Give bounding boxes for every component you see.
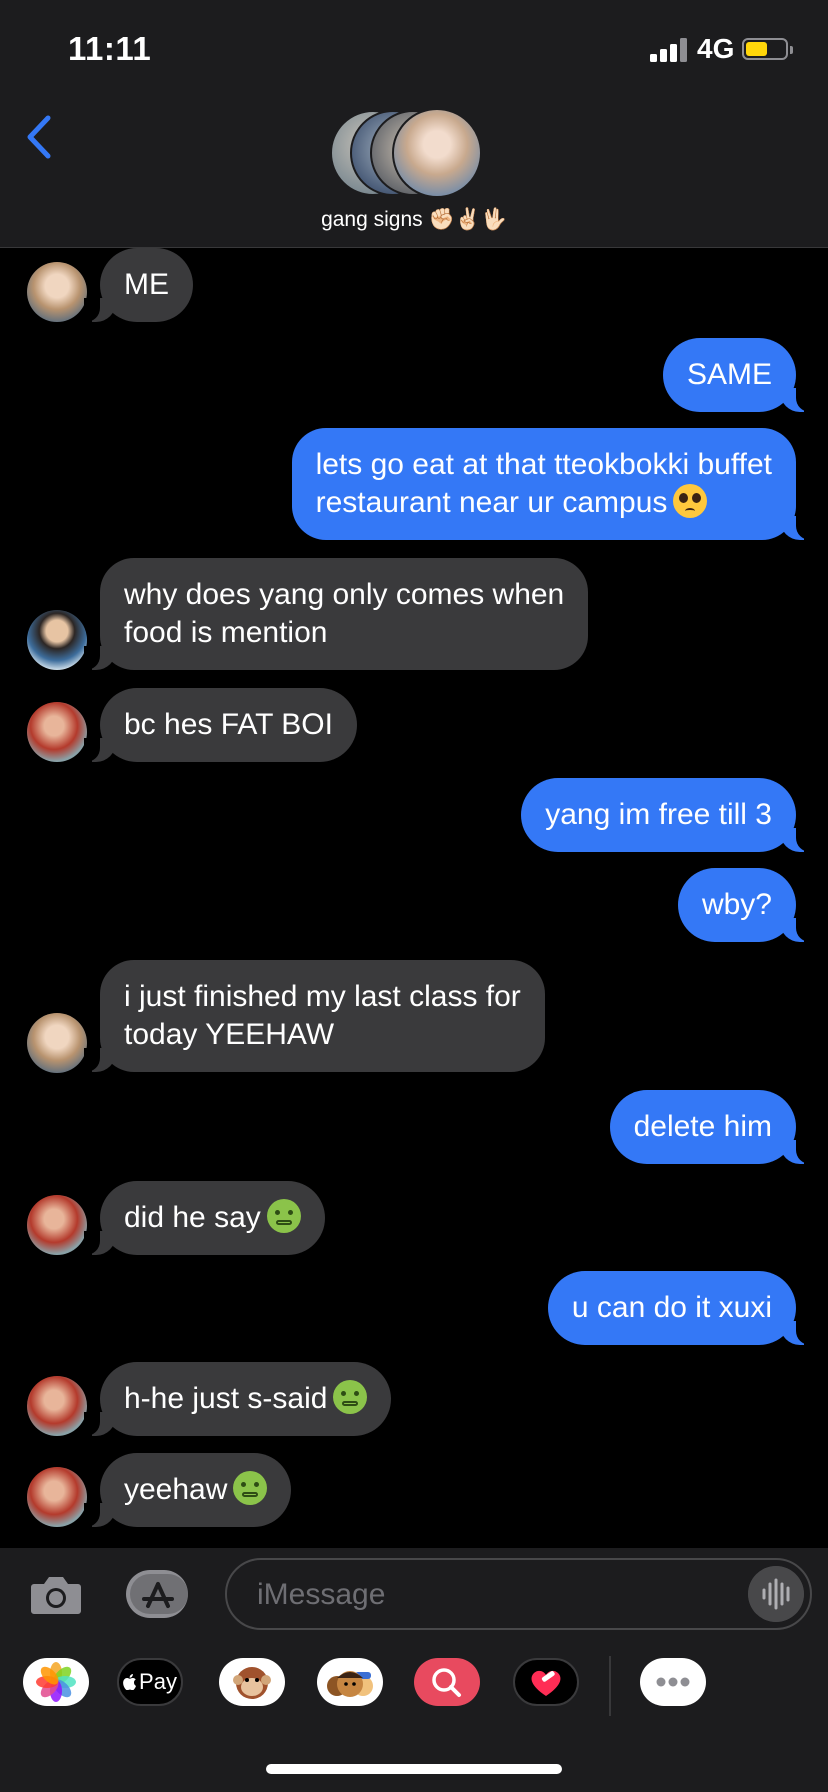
message-text-line: i just finished my last class for bbox=[124, 980, 521, 1013]
message-bubble-outgoing[interactable]: delete him bbox=[609, 1090, 813, 1164]
group-avatars[interactable] bbox=[330, 108, 500, 198]
nauseated-face-icon bbox=[233, 1471, 268, 1505]
message-bubble-incoming[interactable]: h-he just s-said bbox=[83, 1362, 392, 1436]
apple-pay-label: Pay bbox=[139, 1669, 177, 1694]
message-text: delete him bbox=[633, 1110, 772, 1143]
status-time: 11:11 bbox=[68, 30, 152, 67]
message-text: did he say bbox=[124, 1201, 261, 1234]
message-input[interactable]: iMessage bbox=[225, 1558, 812, 1630]
avatar bbox=[392, 108, 482, 198]
nauseated-face-icon bbox=[266, 1199, 301, 1233]
imessage-app-drawer: Pay bbox=[0, 1656, 828, 1726]
sender-avatar[interactable] bbox=[27, 702, 87, 762]
message-text-line: today YEEHAW bbox=[124, 1018, 335, 1051]
battery-icon bbox=[742, 38, 793, 60]
sender-avatar[interactable] bbox=[27, 1195, 87, 1255]
camera-icon[interactable] bbox=[30, 1574, 82, 1616]
apple-pay-icon[interactable]: Pay bbox=[117, 1658, 183, 1706]
more-icon[interactable] bbox=[640, 1658, 706, 1706]
apple-logo-icon bbox=[123, 1674, 137, 1690]
message-bubble-incoming[interactable]: why does yang only comes when food is me… bbox=[83, 558, 589, 670]
message-bubble-outgoing[interactable]: SAME bbox=[662, 338, 813, 412]
composer-area: iMessage Pay bbox=[0, 1548, 828, 1792]
message-text-line: lets go eat at that tteokbokki buffet bbox=[315, 448, 772, 481]
nauseated-face-icon bbox=[333, 1380, 368, 1414]
conversation-header: gang signs ✊🏻✌🏻🖖🏻 bbox=[0, 100, 828, 248]
app-store-icon[interactable] bbox=[126, 1570, 192, 1618]
signal-icon bbox=[650, 38, 690, 62]
message-bubble-outgoing[interactable]: yang im free till 3 bbox=[521, 778, 812, 852]
photos-icon[interactable] bbox=[23, 1658, 89, 1706]
digital-touch-icon[interactable] bbox=[513, 1658, 579, 1706]
app-drawer-divider bbox=[609, 1656, 611, 1716]
sender-avatar[interactable] bbox=[27, 1376, 87, 1436]
sender-avatar[interactable] bbox=[27, 1013, 87, 1073]
message-text: yang im free till 3 bbox=[545, 798, 772, 831]
message-text: u can do it xuxi bbox=[571, 1291, 772, 1324]
memoji-icon[interactable] bbox=[317, 1658, 383, 1706]
animoji-icon[interactable] bbox=[219, 1658, 285, 1706]
message-bubble-incoming[interactable]: did he say bbox=[84, 1181, 325, 1255]
chevron-left-icon[interactable] bbox=[20, 112, 60, 162]
message-text: bc hes FAT BOI bbox=[124, 708, 333, 741]
battery-fill bbox=[746, 42, 767, 56]
message-bubble-incoming[interactable]: i just finished my last class for today … bbox=[84, 960, 545, 1072]
message-text: wby? bbox=[701, 888, 772, 921]
message-text-line: food is mention bbox=[124, 616, 328, 649]
pleading-face-icon bbox=[673, 484, 708, 518]
message-bubble-outgoing[interactable]: wby? bbox=[677, 868, 813, 942]
search-images-icon[interactable] bbox=[414, 1658, 480, 1706]
message-text-line: restaurant near ur campus bbox=[315, 486, 668, 519]
audio-message-icon[interactable] bbox=[748, 1566, 804, 1622]
sender-avatar[interactable] bbox=[27, 1467, 87, 1527]
status-bar: 11:11 4G bbox=[0, 0, 828, 100]
network-type: 4G bbox=[697, 33, 735, 64]
message-bubble-outgoing[interactable]: lets go eat at that tteokbokki buffet re… bbox=[291, 428, 813, 540]
message-bubble-outgoing[interactable]: u can do it xuxi bbox=[547, 1271, 813, 1345]
message-bubble-incoming[interactable]: bc hes FAT BOI bbox=[84, 688, 357, 762]
message-list: ME SAME lets go eat at that tteokbokki b… bbox=[0, 248, 828, 1548]
message-bubble-incoming[interactable]: ME bbox=[84, 248, 193, 322]
message-text: h-he just s-said bbox=[124, 1382, 328, 1415]
sender-avatar[interactable] bbox=[27, 262, 87, 322]
message-text: ME bbox=[124, 268, 169, 301]
home-indicator[interactable] bbox=[266, 1764, 562, 1774]
sender-avatar[interactable] bbox=[27, 610, 87, 670]
message-text: SAME bbox=[686, 358, 772, 391]
message-input-placeholder: iMessage bbox=[257, 1578, 386, 1611]
group-name[interactable]: gang signs ✊🏻✌🏻🖖🏻 bbox=[0, 208, 828, 232]
message-text: yeehaw bbox=[124, 1473, 228, 1506]
message-text-line: why does yang only comes when bbox=[124, 578, 565, 611]
message-bubble-incoming[interactable]: yeehaw bbox=[83, 1453, 292, 1527]
